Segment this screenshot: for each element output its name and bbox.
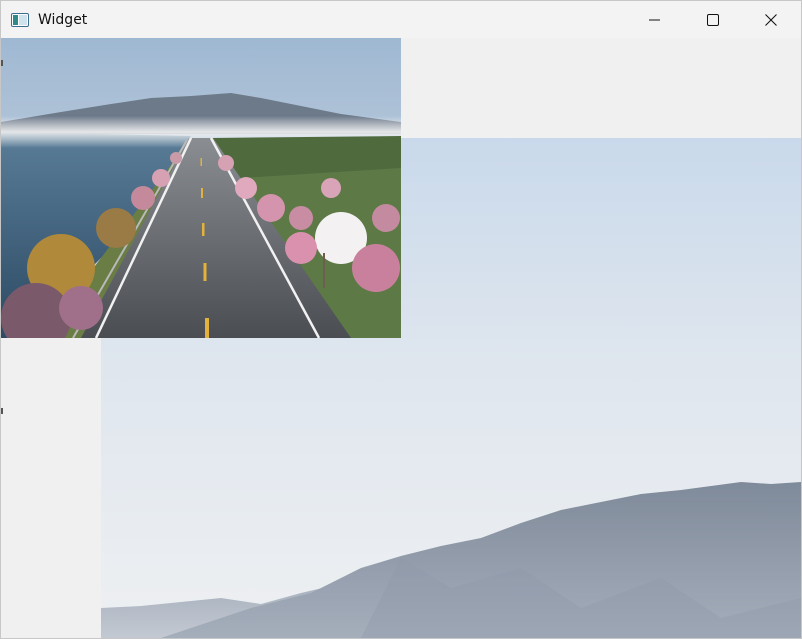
maximize-button[interactable] [684, 1, 742, 38]
minimize-icon [649, 19, 660, 20]
close-icon [765, 13, 777, 26]
coastal-road-image [1, 38, 401, 338]
maximize-icon [707, 13, 719, 26]
edge-mark [1, 408, 3, 414]
client-area [1, 38, 801, 638]
edge-mark [1, 60, 3, 66]
app-icon [11, 12, 29, 27]
minimize-button[interactable] [626, 1, 684, 38]
title-bar[interactable]: Widget [1, 1, 801, 38]
close-button[interactable] [742, 1, 800, 38]
app-window: Widget [0, 0, 802, 639]
window-title: Widget [38, 12, 88, 28]
